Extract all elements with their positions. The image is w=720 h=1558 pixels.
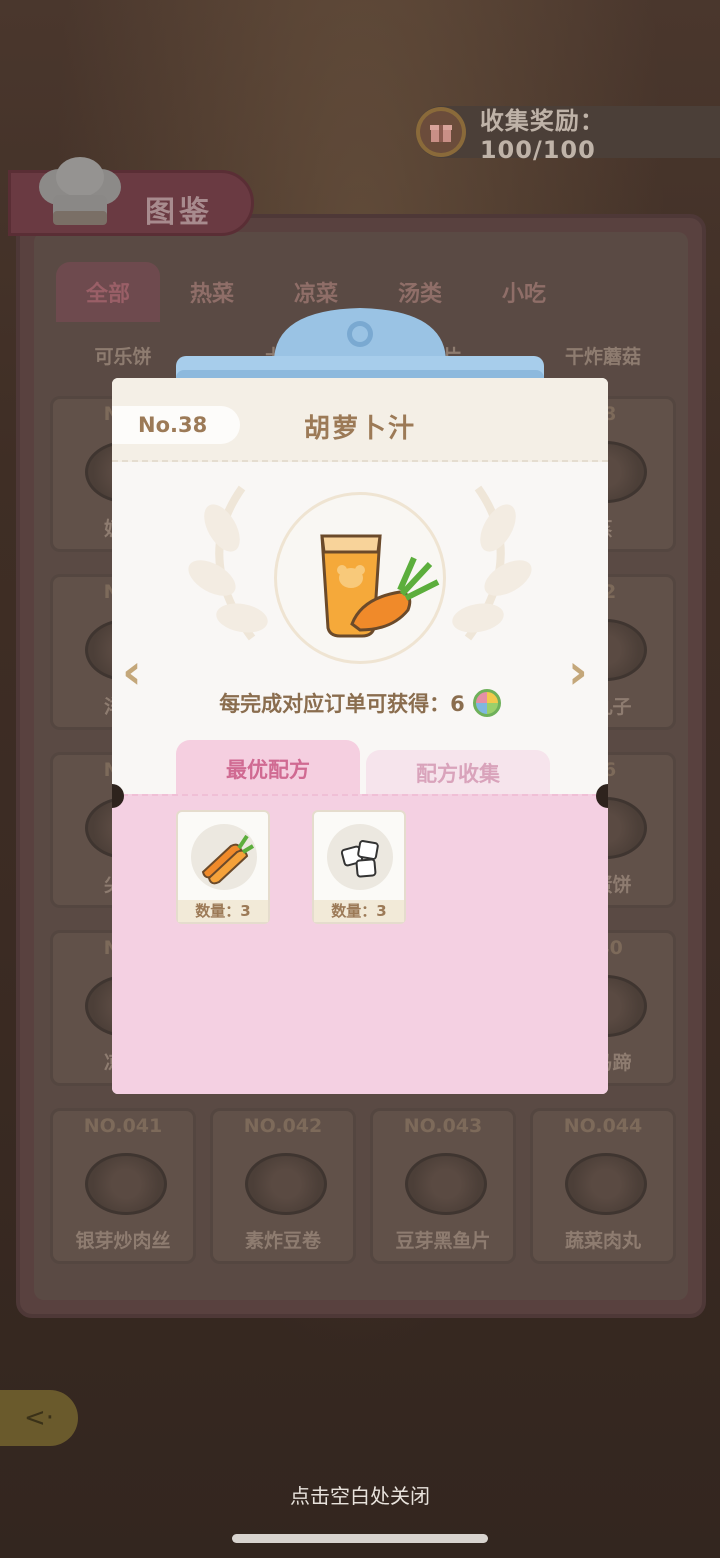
collection-reward-bar[interactable]: 收集奖励：100/100 bbox=[416, 106, 720, 164]
dish-plate-icon bbox=[405, 1153, 487, 1215]
home-indicator[interactable] bbox=[232, 1534, 488, 1543]
coin-icon bbox=[472, 689, 501, 717]
dish-card[interactable]: NO.042 素炸豆卷 bbox=[210, 1108, 356, 1264]
recipe-detail-modal: No.38 胡萝卜汁 ‹ › 每完成对应订单可获得：6 配方收集 最优配方 数量… bbox=[112, 378, 608, 1094]
dish-name: 银芽炒肉丝 bbox=[75, 1230, 171, 1252]
dish-plate-icon bbox=[245, 1153, 327, 1215]
collection-reward-label: 收集奖励：100/100 bbox=[479, 106, 605, 164]
modal-header: No.38 胡萝卜汁 bbox=[112, 378, 608, 462]
dish-number: NO.042 bbox=[243, 1115, 323, 1137]
carrot-icon bbox=[201, 834, 255, 885]
dish-number: NO.041 bbox=[83, 1115, 163, 1137]
cookbook-title-tab: 图鉴 bbox=[8, 157, 254, 236]
recipe-title: 胡萝卜汁 bbox=[303, 414, 416, 444]
chef-hat-icon bbox=[39, 157, 121, 225]
tab-best-recipe[interactable]: 最优配方 bbox=[176, 740, 360, 798]
ingredient-quantity: 数量：3 bbox=[314, 900, 404, 922]
dish-name: 蔬菜肉丸 bbox=[564, 1230, 641, 1252]
dish-plate-icon bbox=[565, 1153, 647, 1215]
ingredient-quantity: 数量：3 bbox=[178, 900, 268, 922]
gift-box-icon bbox=[416, 107, 466, 157]
dish-card[interactable]: NO.044 蔬菜肉丸 bbox=[530, 1108, 676, 1264]
carrot-juice-icon bbox=[320, 534, 440, 638]
ingredient-slot[interactable]: 数量：3 bbox=[312, 810, 406, 924]
dish-number: NO.044 bbox=[563, 1115, 643, 1137]
back-arrow-icon: <· bbox=[23, 1403, 55, 1433]
ingredient-slot[interactable]: 数量：3 bbox=[176, 810, 270, 924]
cookbook-title: 图鉴 bbox=[145, 195, 213, 230]
back-button[interactable]: <· bbox=[0, 1390, 78, 1446]
order-reward-text: 每完成对应订单可获得：6 bbox=[219, 692, 465, 716]
recipe-ingredients-area: 数量：3 数量：3 bbox=[112, 794, 608, 1094]
tap-to-close-hint[interactable]: 点击空白处关闭 bbox=[0, 1480, 720, 1509]
tab-recipe-collection[interactable]: 配方收集 bbox=[366, 750, 550, 796]
dish-plate-icon bbox=[85, 1153, 167, 1215]
order-reward-line: 每完成对应订单可获得：6 bbox=[112, 688, 608, 718]
tab-all[interactable]: 全部 bbox=[56, 262, 160, 322]
ice-cube-icon bbox=[340, 840, 379, 878]
dish-number: NO.043 bbox=[403, 1115, 483, 1137]
dish-card[interactable]: NO.043 豆芽黑鱼片 bbox=[370, 1108, 516, 1264]
dish-name: 干炸蘑菇 bbox=[564, 346, 641, 368]
dish-name: 素炸豆卷 bbox=[244, 1230, 321, 1252]
dish-name: 可乐饼 bbox=[94, 346, 152, 368]
dish-card[interactable]: NO.041 银芽炒肉丝 bbox=[50, 1108, 196, 1264]
dish-name: 豆芽黑鱼片 bbox=[395, 1230, 491, 1252]
